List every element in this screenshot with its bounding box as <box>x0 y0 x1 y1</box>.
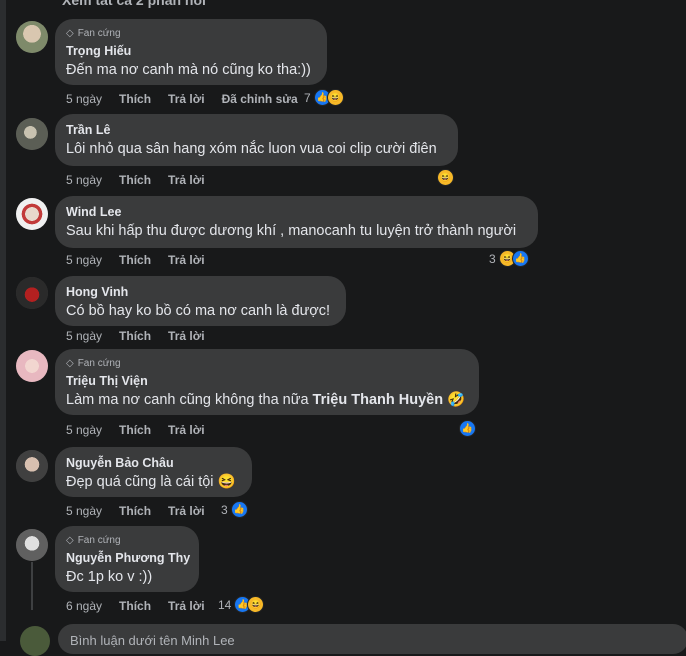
comment-text: Có bồ hay ko bồ có ma nơ canh là được! <box>66 303 331 319</box>
comment-bubble: ◇ Fan cứng Nguyễn Phương Thy Đc 1p ko v :… <box>55 526 199 592</box>
thread-line <box>31 562 33 610</box>
edited-label: Đã chỉnh sửa <box>221 92 298 106</box>
comment-time[interactable]: 5 ngày <box>66 173 102 187</box>
view-all-replies-link[interactable]: Xem tất cả 2 phản hồi <box>62 0 206 8</box>
like-reaction-icon: 👍 <box>511 250 529 267</box>
comment-time[interactable]: 5 ngày <box>66 92 102 106</box>
diamond-icon: ◇ <box>66 28 74 39</box>
comment-text: Lôi nhỏ qua sân hang xóm nắc luon vua co… <box>66 141 437 157</box>
like-button[interactable]: Thích <box>119 253 151 267</box>
reaction-summary[interactable]: 7 👍 😆 <box>304 89 344 106</box>
haha-reaction-icon: 😆 <box>437 169 454 186</box>
current-user-avatar <box>20 626 50 656</box>
comment-actions: 5 ngày Thích Trả lời <box>66 329 222 343</box>
reply-button[interactable]: Trả lời <box>168 504 205 518</box>
comment-time[interactable]: 6 ngày <box>66 599 102 613</box>
comment-actions: 5 ngày Thích Trả lời <box>66 504 222 518</box>
comment-author[interactable]: Trọng Hiếu <box>66 43 315 59</box>
reaction-count: 3 <box>489 251 496 266</box>
avatar[interactable] <box>16 21 48 53</box>
comment-author[interactable]: Nguyễn Bảo Châu <box>66 455 240 471</box>
reaction-summary[interactable]: 3 👍 <box>221 501 248 518</box>
comment-bubble: ◇ Fan cứng Trọng Hiếu Đến ma nơ canh mà n… <box>55 19 327 85</box>
avatar[interactable] <box>16 450 48 482</box>
comment-text: Sau khi hấp thu được dương khí , manocan… <box>66 223 517 239</box>
comment-text: Đến ma nơ canh mà nó cũng ko tha:)) <box>66 62 311 78</box>
comment-text: Đc 1p ko v :)) <box>66 569 153 585</box>
haha-reaction-icon: 😆 <box>247 596 265 613</box>
like-button[interactable]: Thích <box>119 423 151 437</box>
reply-button[interactable]: Trả lời <box>168 329 205 343</box>
fan-badge: ◇ Fan cứng <box>66 358 121 369</box>
reaction-summary[interactable]: 3 😆 👍 <box>489 250 529 267</box>
comment-author[interactable]: Trần Lê <box>66 122 446 138</box>
comment-author[interactable]: Nguyễn Phương Thy <box>66 550 190 566</box>
reaction-summary[interactable]: 😆 <box>437 169 454 186</box>
reply-button[interactable]: Trả lời <box>168 92 205 106</box>
reaction-count: 3 <box>221 502 228 517</box>
avatar[interactable] <box>16 529 48 561</box>
comment-actions: 6 ngày Thích Trả lời <box>66 599 222 613</box>
fan-badge: ◇ Fan cứng <box>66 535 121 546</box>
diamond-icon: ◇ <box>66 535 74 546</box>
like-button[interactable]: Thích <box>119 504 151 518</box>
comment-text: Đẹp quá cũng là cái tội 😆 <box>66 474 236 490</box>
comment-bubble: Hong Vinh Có bồ hay ko bồ có ma nơ canh … <box>55 276 346 326</box>
avatar[interactable] <box>16 198 48 230</box>
comment-bubble: ◇ Fan cứng Triệu Thị Viện Làm ma nơ canh … <box>55 349 479 415</box>
comment-author[interactable]: Wind Lee <box>66 204 526 220</box>
like-button[interactable]: Thích <box>119 599 151 613</box>
comment-text: Làm ma nơ canh cũng không tha nữa Triệu … <box>66 392 466 408</box>
comment-actions: 5 ngày Thích Trả lời <box>66 253 222 267</box>
comment-time[interactable]: 5 ngày <box>66 329 102 343</box>
like-reaction-icon: 👍 <box>459 420 476 437</box>
reaction-summary[interactable]: 👍 <box>459 420 476 437</box>
haha-reaction-icon: 😆 <box>326 89 344 106</box>
comment-time[interactable]: 5 ngày <box>66 253 102 267</box>
avatar[interactable] <box>16 277 48 309</box>
reply-button[interactable]: Trả lời <box>168 599 205 613</box>
comment-input[interactable]: Bình luận dưới tên Minh Lee <box>58 624 686 654</box>
like-reaction-icon: 👍 <box>230 501 248 518</box>
page-edge <box>0 0 6 641</box>
like-button[interactable]: Thích <box>119 92 151 106</box>
comment-author[interactable]: Hong Vinh <box>66 284 334 300</box>
comment-author[interactable]: Triệu Thị Viện <box>66 373 467 389</box>
comment-actions: 5 ngày Thích Trả lời <box>66 423 222 437</box>
comment-time[interactable]: 5 ngày <box>66 504 102 518</box>
reaction-count: 14 <box>218 597 232 612</box>
rofl-emoji: 🤣 <box>447 392 466 408</box>
comment-bubble: Nguyễn Bảo Châu Đẹp quá cũng là cái tội … <box>55 447 252 497</box>
reply-button[interactable]: Trả lời <box>168 253 205 267</box>
like-button[interactable]: Thích <box>119 329 151 343</box>
comment-actions: 5 ngày Thích Trả lời Đã chỉnh sửa <box>66 92 315 106</box>
comment-actions: 5 ngày Thích Trả lời <box>66 173 222 187</box>
comment-bubble: Trần Lê Lôi nhỏ qua sân hang xóm nắc luo… <box>55 114 458 166</box>
mentioned-user[interactable]: Triệu Thanh Huyền <box>313 392 444 408</box>
avatar[interactable] <box>16 350 48 382</box>
diamond-icon: ◇ <box>66 358 74 369</box>
reply-button[interactable]: Trả lời <box>168 173 205 187</box>
comment-time[interactable]: 5 ngày <box>66 423 102 437</box>
fan-badge: ◇ Fan cứng <box>66 28 121 39</box>
reaction-count: 7 <box>304 90 311 105</box>
reaction-summary[interactable]: 14 👍 😆 <box>218 596 265 613</box>
avatar[interactable] <box>16 118 48 150</box>
like-button[interactable]: Thích <box>119 173 151 187</box>
comment-bubble: Wind Lee Sau khi hấp thu được dương khí … <box>55 196 538 248</box>
reply-button[interactable]: Trả lời <box>168 423 205 437</box>
